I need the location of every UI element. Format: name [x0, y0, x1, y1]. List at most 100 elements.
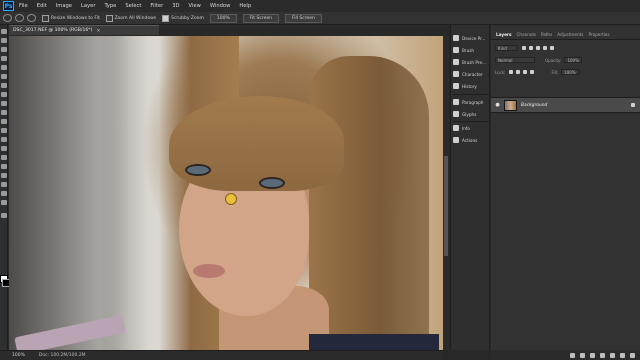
zoom-tool-icon[interactable]: [1, 200, 7, 205]
brush-icon: [453, 47, 459, 53]
dock-device-preview-label: Device Pr...: [462, 35, 486, 41]
glyphs-icon: [453, 111, 459, 117]
menu-3d[interactable]: 3D: [172, 3, 179, 9]
opacity-input[interactable]: 100%: [564, 57, 583, 63]
lock-row: Lock: Fill: 100%: [495, 68, 580, 76]
lock-transparent-icon[interactable]: [509, 70, 514, 74]
lasso-tool-icon[interactable]: [1, 47, 7, 52]
layer-style-icon[interactable]: [580, 352, 585, 358]
new-layer-icon[interactable]: [620, 352, 625, 358]
move-tool-icon[interactable]: [1, 29, 7, 34]
lock-image-icon[interactable]: [516, 70, 521, 74]
scrollbar-thumb[interactable]: [444, 156, 448, 256]
filter-shape-icon[interactable]: [543, 46, 547, 50]
document-size-info[interactable]: Doc: 100.2M/100.2M: [39, 353, 86, 358]
menu-help[interactable]: Help: [239, 3, 251, 9]
info-icon: [453, 125, 459, 131]
fit-screen-button[interactable]: Fit Screen: [242, 13, 279, 23]
menu-select[interactable]: Select: [125, 3, 141, 9]
opacity-label: Opacity:: [545, 57, 562, 63]
photo-bangs: [169, 96, 344, 191]
layer-row-background[interactable]: ● Background: [491, 97, 640, 113]
fill-screen-button[interactable]: Fill Screen: [284, 13, 322, 23]
gradient-tool-icon[interactable]: [1, 128, 7, 133]
history-brush-tool-icon[interactable]: [1, 110, 7, 115]
link-layers-icon[interactable]: [570, 352, 575, 358]
tab-adjustments[interactable]: Adjustments: [557, 32, 583, 37]
layers-panel-footer: [491, 350, 640, 360]
tab-paths[interactable]: Paths: [541, 32, 552, 37]
menu-file[interactable]: File: [19, 3, 28, 9]
document-tab[interactable]: DSC_3017.NEF @ 100% (RGB/16*) ×: [9, 25, 159, 35]
clone-stamp-tool-icon[interactable]: [1, 101, 7, 106]
healing-brush-tool-icon[interactable]: [1, 83, 7, 88]
tab-properties[interactable]: Properties: [589, 32, 610, 37]
dock-actions[interactable]: Actions: [453, 135, 490, 145]
path-select-tool-icon[interactable]: [1, 173, 7, 178]
pen-tool-icon[interactable]: [1, 155, 7, 160]
zoom-all-windows-checkbox[interactable]: [105, 14, 113, 22]
dock-brush[interactable]: Brush: [453, 45, 490, 55]
fill-input[interactable]: 100%: [561, 69, 580, 75]
zoom-in-icon[interactable]: [15, 14, 24, 22]
dock-glyphs[interactable]: Glyphs: [453, 109, 490, 119]
dock-device-preview[interactable]: Device Pr...: [453, 33, 490, 43]
add-mask-icon[interactable]: [590, 352, 595, 358]
blend-row: Normal Opacity: 100%: [495, 56, 583, 64]
zoom-tool-icon[interactable]: [3, 14, 12, 22]
menu-view[interactable]: View: [189, 3, 201, 9]
brush-tool-icon[interactable]: [1, 92, 7, 97]
dodge-tool-icon[interactable]: [1, 146, 7, 151]
menu-filter[interactable]: Filter: [150, 3, 163, 9]
shape-tool-icon[interactable]: [1, 182, 7, 187]
resize-windows-checkbox[interactable]: [42, 14, 49, 22]
lock-icon: [631, 103, 635, 107]
zoom-100-button[interactable]: 100%: [209, 13, 237, 23]
filter-adjustment-icon[interactable]: [529, 46, 533, 50]
zoom-out-icon[interactable]: [27, 14, 36, 22]
photo-eye-left: [185, 164, 211, 176]
menu-layer[interactable]: Layer: [81, 3, 95, 9]
type-tool-icon[interactable]: [1, 164, 7, 169]
zoom-level-readout[interactable]: 100%: [12, 353, 25, 358]
dock-divider: [453, 121, 489, 122]
blend-mode-select[interactable]: Normal: [495, 57, 535, 63]
tab-layers[interactable]: Layers: [496, 32, 512, 37]
menu-edit[interactable]: Edit: [37, 3, 47, 9]
document-tab-title: DSC_3017.NEF @ 100% (RGB/16*): [13, 28, 93, 33]
hand-tool-icon[interactable]: [1, 191, 7, 196]
dock-info[interactable]: Info: [453, 123, 490, 133]
new-group-icon[interactable]: [610, 352, 615, 358]
layers-panel: Layers Channels Paths Adjustments Proper…: [491, 25, 640, 350]
quick-select-tool-icon[interactable]: [1, 56, 7, 61]
eyedropper-tool-icon[interactable]: [1, 74, 7, 79]
dock-brush-presets[interactable]: Brush Pre...: [453, 57, 490, 67]
lock-all-icon[interactable]: [530, 70, 535, 74]
adjustment-layer-icon[interactable]: [600, 352, 605, 358]
dock-paragraph[interactable]: Paragraph: [453, 97, 490, 107]
visibility-eye-icon[interactable]: ●: [494, 102, 501, 108]
lock-position-icon[interactable]: [523, 70, 528, 74]
menu-window[interactable]: Window: [210, 3, 230, 9]
menu-image[interactable]: Image: [56, 3, 72, 9]
filter-type-icon[interactable]: [536, 46, 540, 50]
kind-filter-select[interactable]: Kind: [495, 45, 517, 51]
crop-tool-icon[interactable]: [1, 65, 7, 70]
filter-smart-object-icon[interactable]: [550, 46, 554, 50]
tools-panel: [0, 25, 10, 360]
dock-history[interactable]: History: [453, 81, 490, 91]
dock-character[interactable]: Character: [453, 69, 490, 79]
vertical-scrollbar[interactable]: [443, 36, 449, 350]
more-tools-icon[interactable]: [1, 213, 7, 218]
eraser-tool-icon[interactable]: [1, 119, 7, 124]
close-icon[interactable]: ×: [96, 28, 100, 34]
scrubby-zoom-checkbox[interactable]: [162, 14, 170, 22]
marquee-tool-icon[interactable]: [1, 38, 7, 43]
filter-pixel-icon[interactable]: [522, 46, 526, 50]
delete-layer-icon[interactable]: [630, 352, 635, 358]
layer-name[interactable]: Background: [521, 103, 547, 108]
document-canvas[interactable]: [9, 36, 443, 350]
menu-type[interactable]: Type: [104, 3, 116, 9]
tab-channels[interactable]: Channels: [517, 32, 536, 37]
blur-tool-icon[interactable]: [1, 137, 7, 142]
